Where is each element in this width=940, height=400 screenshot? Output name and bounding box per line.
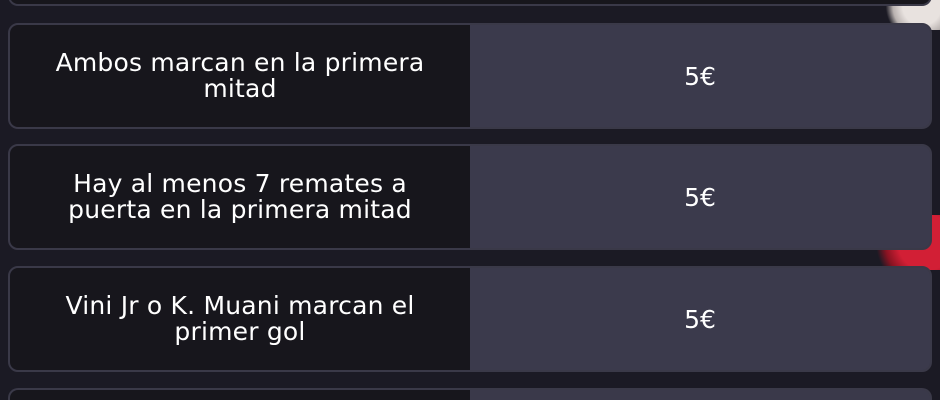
bet-card-partial[interactable] (8, 388, 932, 400)
bet-stake-button[interactable]: 5€ (470, 268, 930, 370)
bet-stake-amount: 5€ (684, 182, 716, 212)
bet-question-text: Ambos marcan en la primera mitad (55, 48, 425, 103)
bet-stake-button[interactable]: 5€ (470, 25, 930, 127)
bet-question-text: Hay al menos 7 remates a puerta en la pr… (68, 169, 412, 224)
bet-card[interactable]: Ambos marcan en la primera mitad 5€ (8, 23, 932, 129)
bet-question: Ambos marcan en la primera mitad (10, 25, 470, 127)
bet-list: Ambos marcan en la primera mitad 5€ Hay … (0, 0, 940, 400)
bet-card[interactable]: Vini Jr o K. Muani marcan el primer gol … (8, 266, 932, 372)
bet-question: Hay al menos 7 remates a puerta en la pr… (10, 146, 470, 248)
bet-card-partial[interactable] (8, 0, 932, 6)
bet-stake-amount: 5€ (684, 304, 716, 334)
bet-card[interactable]: Hay al menos 7 remates a puerta en la pr… (8, 144, 932, 250)
bet-stake-button[interactable]: 5€ (470, 146, 930, 248)
bet-question: Vini Jr o K. Muani marcan el primer gol (10, 268, 470, 370)
bet-stake-amount: 5€ (684, 61, 716, 91)
bet-question-text: Vini Jr o K. Muani marcan el primer gol (65, 291, 415, 346)
